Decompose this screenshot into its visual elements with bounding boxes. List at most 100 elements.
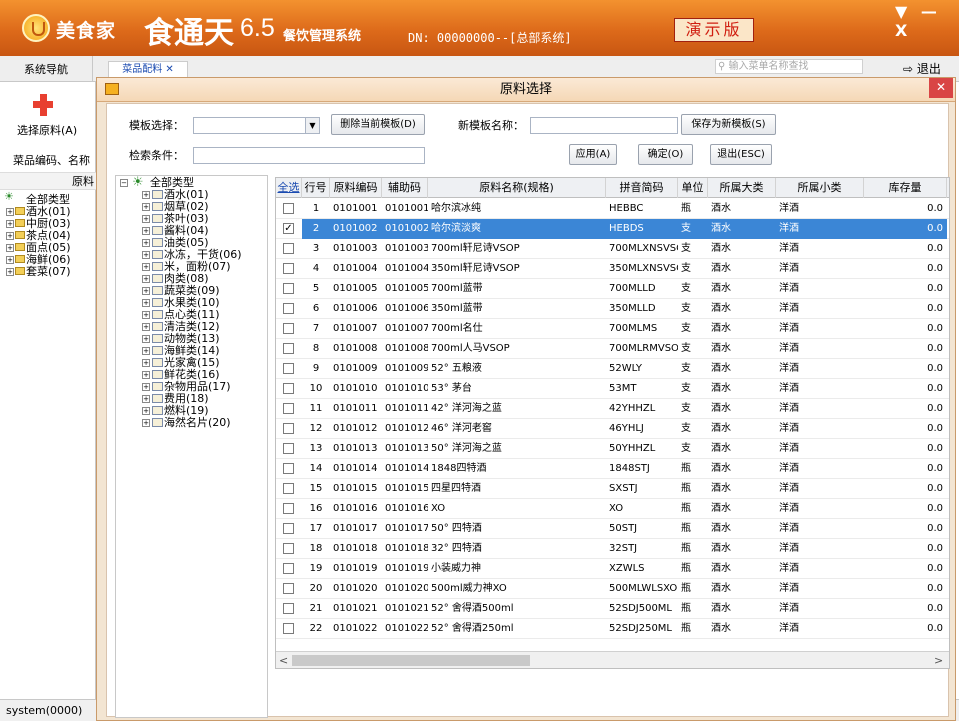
expand-icon[interactable]: + (142, 227, 150, 235)
row-checkbox[interactable] (283, 303, 294, 314)
expand-icon[interactable]: + (6, 268, 14, 276)
table-row[interactable]: 18 0101018 0101018 32° 四特酒 32STJ 瓶酒水 洋酒 0.0 (276, 539, 949, 559)
expand-icon[interactable]: + (142, 311, 150, 319)
template-select[interactable]: ▼ (193, 117, 320, 134)
table-row[interactable]: 20 0101020 0101020 500ml威力神XO 500MLWLSXO 瓶酒水洋… (276, 579, 949, 599)
column-header[interactable]: 库存量 (864, 178, 947, 198)
dialog-titlebar[interactable]: 原料选择 ✕ (97, 78, 955, 102)
column-header[interactable]: 行号 (302, 178, 330, 198)
scroll-thumb[interactable] (292, 655, 530, 666)
table-row[interactable]: 21 0101021 0101021 52° 舍得酒500ml 52SDJ500ML 瓶酒… (276, 599, 949, 619)
delete-template-button[interactable]: 删除当前模板(D) (331, 114, 425, 135)
confirm-button[interactable]: 确定(O) (638, 144, 693, 165)
table-row[interactable]: ✓ 2 0101002 0101002 哈尔滨淡爽 HEBDS 支酒水 洋酒 0.0 (276, 219, 949, 239)
expand-icon[interactable]: + (142, 419, 150, 427)
expand-icon[interactable]: + (142, 203, 150, 211)
expand-icon[interactable]: + (142, 263, 150, 271)
tree-node[interactable]: + 海然名片(20) (116, 417, 267, 429)
row-checkbox[interactable] (283, 463, 294, 474)
row-checkbox[interactable] (283, 623, 294, 634)
row-checkbox[interactable] (283, 343, 294, 354)
row-checkbox[interactable] (283, 323, 294, 334)
row-checkbox[interactable] (283, 543, 294, 554)
expand-icon[interactable]: + (142, 371, 150, 379)
table-row[interactable]: 17 0101017 0101017 50° 四特酒 50STJ 瓶酒水 洋酒 0.0 (276, 519, 949, 539)
table-row[interactable]: 12 0101012 0101012 46° 洋河老窖 46YHLJ 支酒水 洋酒 0.0 (276, 419, 949, 439)
row-checkbox[interactable] (283, 503, 294, 514)
row-checkbox[interactable] (283, 403, 294, 414)
column-header[interactable]: 所属大类 (708, 178, 776, 198)
scroll-right-icon[interactable]: > (934, 654, 943, 667)
save-template-button[interactable]: 保存为新模板(S) (681, 114, 776, 135)
tree-node[interactable]: + 套菜(07) (4, 266, 71, 278)
expand-icon[interactable]: + (142, 323, 150, 331)
select-ingredient-button[interactable]: 选择原料(A) (17, 122, 77, 138)
row-checkbox[interactable] (283, 583, 294, 594)
chevron-down-icon[interactable]: ▼ (305, 118, 319, 133)
table-row[interactable]: 14 0101014 0101014 1848四特酒 1848STJ 瓶酒水 洋酒 0.0 (276, 459, 949, 479)
column-header[interactable]: 拼音简码 (606, 178, 678, 198)
grid-horizontal-scrollbar[interactable]: < > (276, 651, 949, 668)
expand-icon[interactable]: + (6, 256, 14, 264)
column-header[interactable]: 原料名称(规格) (428, 178, 606, 198)
table-row[interactable]: 13 0101013 0101013 50° 洋河海之蓝 50YHHZL 支酒水 洋酒 0.0 (276, 439, 949, 459)
row-checkbox[interactable] (283, 423, 294, 434)
table-row[interactable]: 15 0101015 0101015 四星四特酒 SXSTJ 瓶酒水 洋酒 0.0 (276, 479, 949, 499)
table-row[interactable]: 22 0101022 0101022 52° 舍得酒250ml 52SDJ250ML 瓶酒… (276, 619, 949, 639)
row-checkbox[interactable]: ✓ (283, 223, 294, 234)
search-condition-input[interactable] (193, 147, 425, 164)
expand-icon[interactable]: + (142, 359, 150, 367)
column-header[interactable]: 辅助码 (382, 178, 428, 198)
expand-icon[interactable]: + (142, 191, 150, 199)
expand-icon[interactable]: + (142, 407, 150, 415)
table-row[interactable]: 16 0101016 0101016 XO XO 瓶酒水 洋酒 0.0 (276, 499, 949, 519)
row-checkbox[interactable] (283, 483, 294, 494)
table-row[interactable]: 7 0101007 0101007 700ml名仕 700MLMS 支酒水 洋酒 0.0 (276, 319, 949, 339)
table-row[interactable]: 8 0101008 0101008 700ml人马VSOP 700MLRMVSOP 支酒水… (276, 339, 949, 359)
expand-icon[interactable]: + (142, 239, 150, 247)
apply-button[interactable]: 应用(A) (569, 144, 617, 165)
table-row[interactable]: 1 0101001 0101001 哈尔滨冰纯 HEBBC 瓶酒水 洋酒 0.0 (276, 199, 949, 219)
expand-icon[interactable]: + (142, 275, 150, 283)
table-row[interactable]: 401010040101004350ml轩尼诗VSOP350MLXNSVSOP支… (276, 259, 949, 279)
table-row[interactable]: 11 0101011 0101011 42° 洋河海之蓝 42YHHZL 支酒水 洋酒 0.0 (276, 399, 949, 419)
dialog-close-button[interactable]: ✕ (929, 78, 953, 98)
expand-icon[interactable]: + (142, 335, 150, 343)
table-row[interactable]: 10 0101010 0101010 53° 茅台 53MT 支酒水 洋酒 0.0 (276, 379, 949, 399)
expand-icon[interactable]: + (142, 215, 150, 223)
scroll-left-icon[interactable]: < (279, 654, 288, 667)
expand-icon[interactable]: + (6, 232, 14, 240)
expand-icon[interactable]: + (6, 208, 14, 216)
collapse-icon[interactable]: − (120, 179, 128, 187)
logout-button[interactable]: ⇨ 退出 (903, 60, 941, 77)
expand-icon[interactable]: + (142, 299, 150, 307)
expand-icon[interactable]: + (142, 287, 150, 295)
row-checkbox[interactable] (283, 283, 294, 294)
row-checkbox[interactable] (283, 563, 294, 574)
window-controls[interactable]: ▼ — X (895, 2, 959, 40)
tab-system-navigation[interactable]: 系统导航 (0, 56, 93, 82)
table-row[interactable]: 5 0101005 0101005 700ml蓝带 700MLLD 支酒水 洋酒 0.0 (276, 279, 949, 299)
table-row[interactable]: 6 0101006 0101006 350ml蓝带 350MLLD 支酒水 洋酒 0.0 (276, 299, 949, 319)
column-header[interactable]: 原料编码 (330, 178, 382, 198)
expand-icon[interactable]: + (142, 347, 150, 355)
select-all-header[interactable]: 全选 (276, 178, 302, 198)
row-checkbox[interactable] (283, 203, 294, 214)
expand-icon[interactable]: + (6, 244, 14, 252)
table-row[interactable]: 9 0101009 0101009 52° 五粮液 52WLY 支酒水 洋酒 0.0 (276, 359, 949, 379)
row-checkbox[interactable] (283, 363, 294, 374)
column-header[interactable]: 单位 (678, 178, 708, 198)
expand-icon[interactable]: + (142, 395, 150, 403)
column-header[interactable]: 所属小类 (776, 178, 864, 198)
new-template-name-input[interactable] (530, 117, 678, 134)
expand-icon[interactable]: + (6, 220, 14, 228)
table-row[interactable]: 19 0101019 0101019 小装威力神 XZWLS 瓶酒水 洋酒 0.0 (276, 559, 949, 579)
expand-icon[interactable]: + (142, 251, 150, 259)
row-checkbox[interactable] (283, 263, 294, 274)
dish-search-input[interactable]: ⚲ 输入菜单名称查找 (715, 59, 863, 74)
row-checkbox[interactable] (283, 523, 294, 534)
exit-button[interactable]: 退出(ESC) (710, 144, 772, 165)
expand-icon[interactable]: + (142, 383, 150, 391)
row-checkbox[interactable] (283, 383, 294, 394)
row-checkbox[interactable] (283, 443, 294, 454)
